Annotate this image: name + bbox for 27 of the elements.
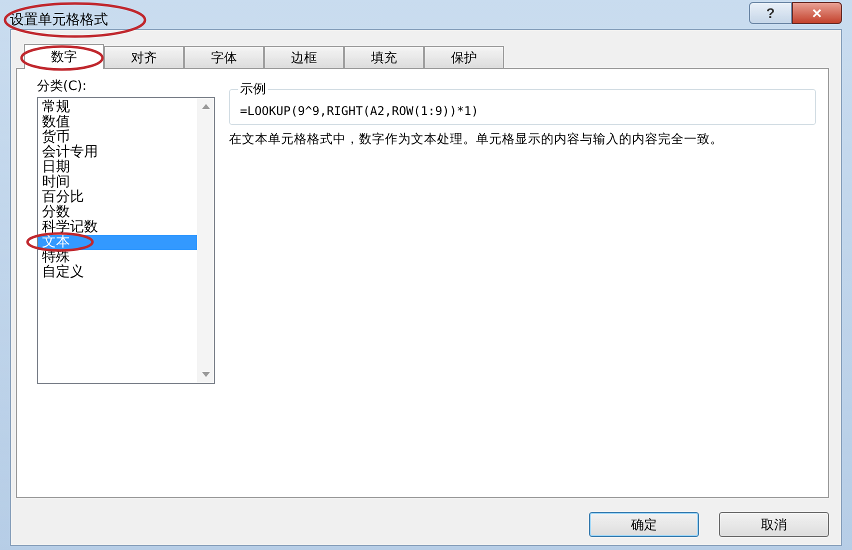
annotation-ellipse bbox=[26, 232, 94, 252]
sample-label: 示例 bbox=[238, 80, 268, 98]
description-text: 在文本单元格格式中，数字作为文本处理。单元格显示的内容与输入的内容完全一致。 bbox=[229, 131, 724, 148]
category-item[interactable]: 货币 bbox=[38, 130, 197, 145]
tab[interactable]: 对齐 bbox=[104, 46, 184, 68]
sample-value: =LOOKUP(9^9,RIGHT(A2,ROW(1:9))*1) bbox=[240, 104, 478, 118]
category-item[interactable]: 数值 bbox=[38, 115, 197, 130]
category-label: 分类(C): bbox=[37, 78, 88, 96]
category-item[interactable]: 时间 bbox=[38, 175, 197, 190]
category-item[interactable]: 百分比 bbox=[38, 190, 197, 205]
dialog-button[interactable]: 取消 bbox=[719, 512, 829, 537]
tab[interactable]: 字体 bbox=[184, 46, 264, 68]
category-item[interactable]: 自定义 bbox=[38, 265, 197, 280]
category-item[interactable]: 分数 bbox=[38, 205, 197, 220]
help-button[interactable]: ? bbox=[749, 2, 792, 24]
scroll-down-icon[interactable] bbox=[202, 372, 210, 377]
window-title: 设置单元格格式 bbox=[10, 11, 108, 29]
scroll-up-icon[interactable] bbox=[202, 104, 210, 109]
category-item[interactable]: 日期 bbox=[38, 160, 197, 175]
scrollbar[interactable] bbox=[197, 98, 214, 383]
category-item[interactable]: 常规 bbox=[38, 100, 197, 115]
tab[interactable]: 填充 bbox=[344, 46, 424, 68]
category-item[interactable]: 科学记数 bbox=[38, 220, 197, 235]
category-item[interactable]: 会计专用 bbox=[38, 145, 197, 160]
tab[interactable]: 保护 bbox=[424, 46, 504, 68]
dialog-button[interactable]: 确定 bbox=[589, 512, 699, 537]
tab[interactable]: 边框 bbox=[264, 46, 344, 68]
